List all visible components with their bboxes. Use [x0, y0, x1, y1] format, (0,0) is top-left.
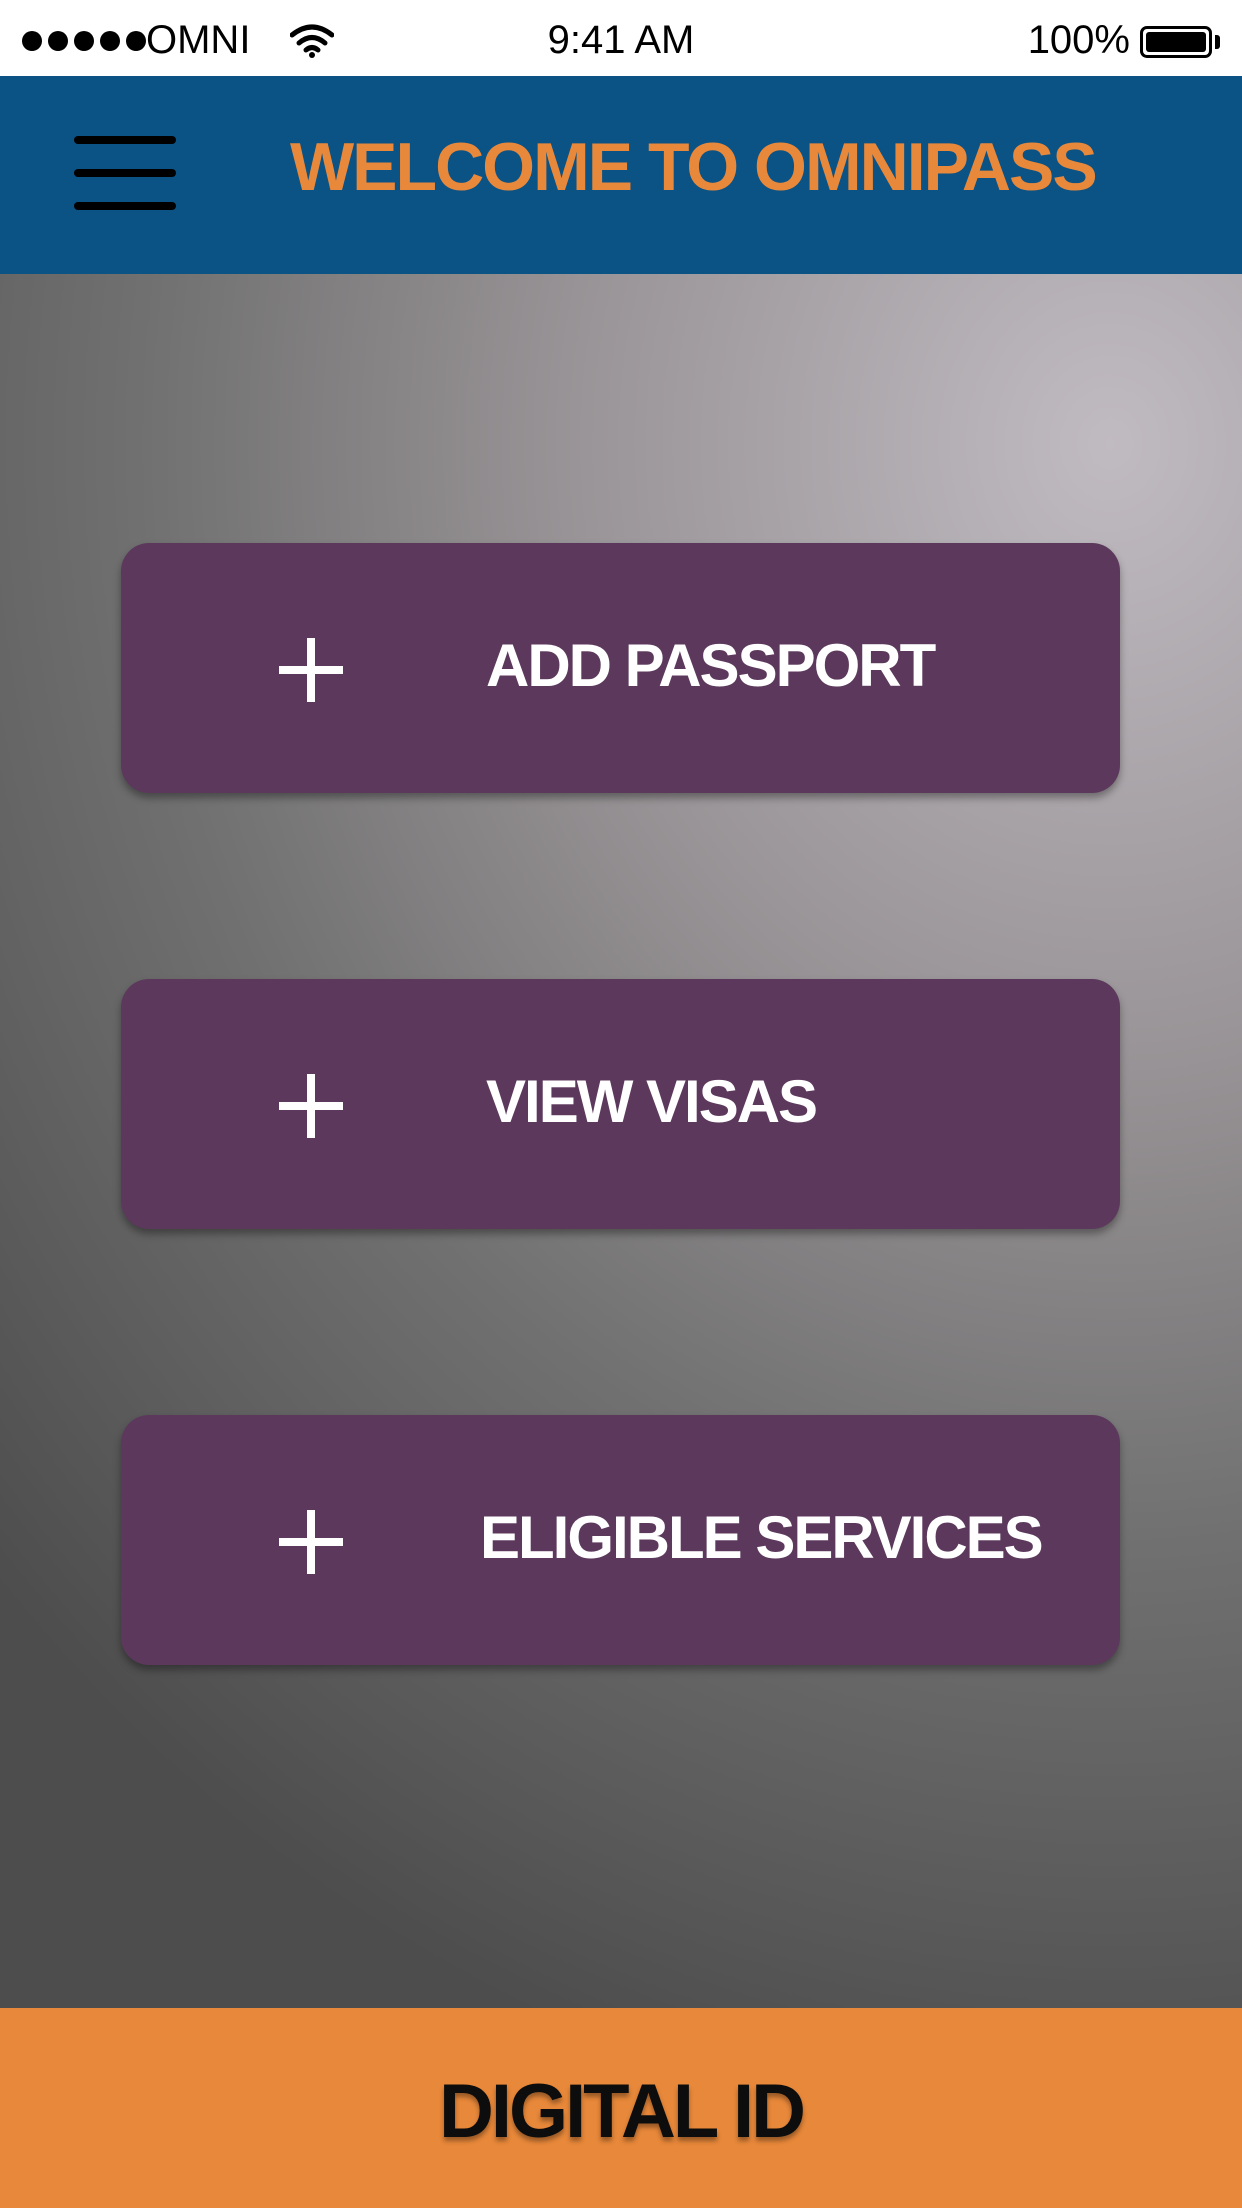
view-visas-label: VIEW VISAS: [486, 1068, 818, 1135]
add-passport-label: ADD PASSPORT: [486, 632, 936, 699]
eligible-services-button[interactable]: ELIGIBLE SERVICES: [121, 1415, 1120, 1665]
battery-icon: [1140, 26, 1212, 58]
add-passport-button[interactable]: ADD PASSPORT: [121, 543, 1120, 793]
view-visas-button[interactable]: VIEW VISAS: [121, 979, 1120, 1229]
status-bar: OMNI 9:41 AM 100%: [0, 0, 1242, 76]
plus-icon: [279, 1510, 343, 1574]
battery-fill: [1146, 32, 1206, 52]
app-header: WELCOME TO OMNIPASS: [0, 76, 1242, 274]
battery-tip: [1215, 35, 1220, 49]
page-title: WELCOME TO OMNIPASS: [290, 129, 1098, 205]
battery-percent: 100%: [1027, 18, 1130, 62]
plus-icon: [279, 1074, 343, 1138]
digital-id-button[interactable]: DIGITAL ID: [0, 2008, 1242, 2208]
main-content: ADD PASSPORT VIEW VISAS ELIGIBLE SERVICE…: [0, 274, 1242, 2008]
hamburger-menu-icon[interactable]: [74, 136, 176, 210]
eligible-services-label: ELIGIBLE SERVICES: [480, 1504, 1044, 1571]
digital-id-label: DIGITAL ID: [438, 2069, 806, 2154]
plus-icon: [279, 638, 343, 702]
